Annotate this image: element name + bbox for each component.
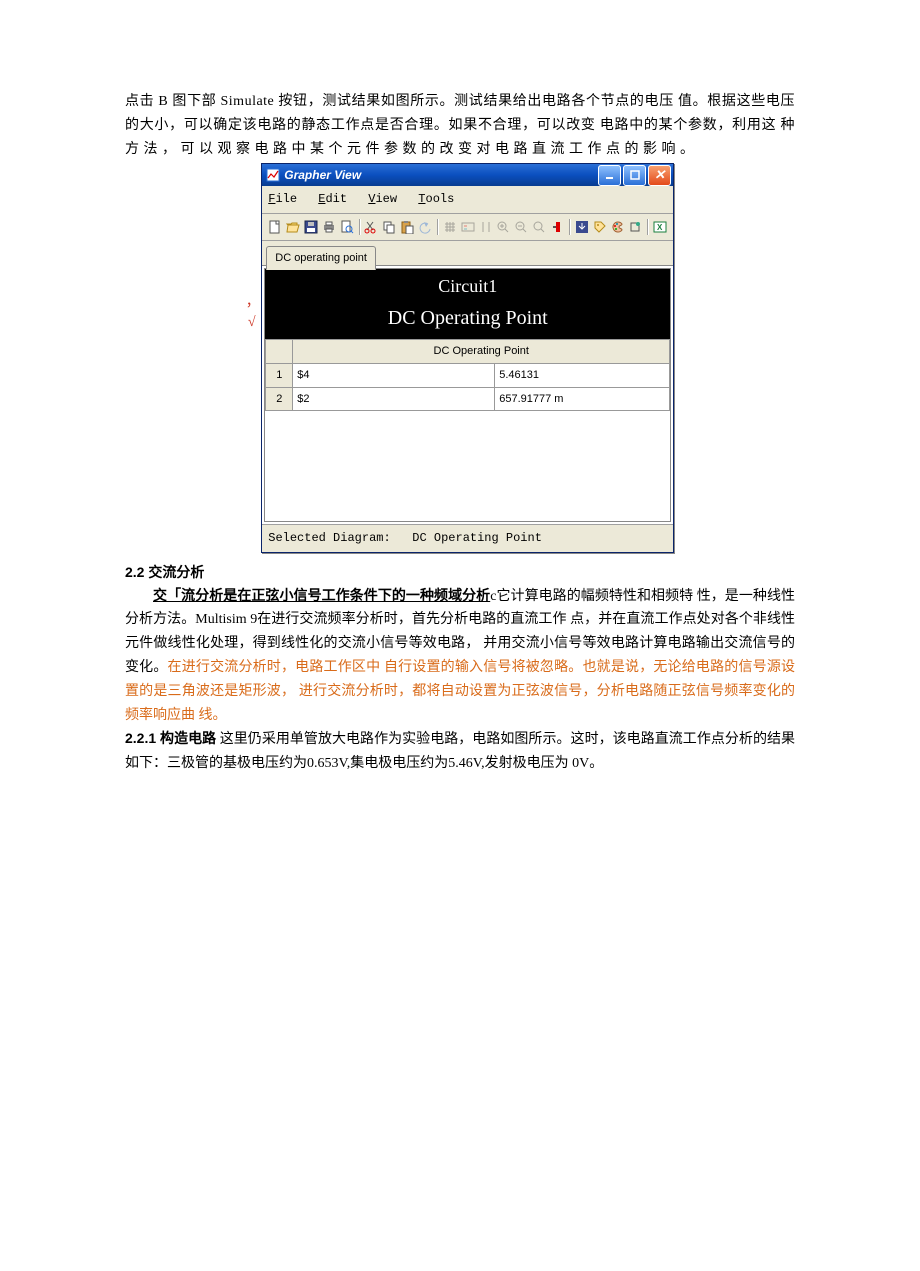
palette-icon[interactable] [610,219,626,235]
probe-icon[interactable] [549,219,565,235]
paste-icon[interactable] [399,219,415,235]
new-icon[interactable] [267,219,283,235]
window-title: Grapher View [284,165,361,185]
zoom-in-icon[interactable] [496,219,512,235]
section-2-2-1: 2.2.1 构造电路 这里仍采用单管放大电路作为实验电路，电路如图所示。这时，该… [125,727,795,776]
intro-paragraph: 点击 B 图下部 Simulate 按钮，测试结果如图所示。测试结果给出电路各个… [125,90,795,161]
row-header-blank [266,340,293,364]
chart-title-line1: Circuit1 [265,271,670,302]
menu-bar: File Edit View Tools [262,186,673,213]
node-cell: $4 [293,364,495,388]
menu-view[interactable]: View [368,192,397,206]
row-number: 1 [266,364,293,388]
minimize-button[interactable] [598,165,621,186]
maximize-button[interactable] [623,165,646,186]
cursor-icon[interactable] [478,219,494,235]
node-cell: $2 [293,387,495,411]
menu-edit[interactable]: Edit [318,192,347,206]
section-2-2-title: 2.2 交流分析 [125,561,795,585]
chart-title-line2: DC Operating Point [265,301,670,335]
preview-icon[interactable] [339,219,355,235]
status-bar: Selected Diagram: DC Operating Point [262,524,673,551]
column-header: DC Operating Point [293,340,670,364]
row-number: 2 [266,387,293,411]
tab-dc-operating-point[interactable]: DC operating point [266,246,376,271]
svg-text:X: X [657,223,663,232]
cut-icon[interactable] [364,219,380,235]
excel-icon[interactable]: X [652,219,668,235]
section-2-2-body: 交「流分析是在正弦小信号工作条件下的一种频域分析c它计算电路的幅频特性和相频特 … [125,585,795,728]
chart-area: Circuit1 DC Operating Point DC Operating… [264,268,671,523]
ac-analysis-note: 在进行交流分析时，电路工作区中 自行设置的输入信号将被忽略。也就是说，无论给电路… [125,660,795,723]
results-table: DC Operating Point 1 $4 5.46131 2 $2 657… [265,339,670,411]
window-titlebar: Grapher View ✕ [262,164,673,186]
legend-icon[interactable] [460,219,476,235]
menu-tools[interactable]: Tools [418,192,454,206]
undo-icon[interactable] [417,219,433,235]
value-cell: 5.46131 [495,364,670,388]
callout-marks: ，√ [246,163,258,333]
menu-file[interactable]: File [268,192,297,206]
toolbar: X [262,214,673,241]
status-value: DC Operating Point [412,531,542,545]
print-icon[interactable] [321,219,337,235]
save-data-icon[interactable] [574,219,590,235]
grapher-figure: ，√ Grapher View ✕ [125,161,795,560]
tab-bar: DC operating point [262,241,673,266]
chart-title-block: Circuit1 DC Operating Point [265,269,670,340]
copy-icon[interactable] [381,219,397,235]
tag-icon[interactable] [592,219,608,235]
empty-grid-area [265,411,670,521]
grid-icon[interactable] [442,219,458,235]
save-icon[interactable] [303,219,319,235]
open-icon[interactable] [285,219,301,235]
zoom-fit-icon[interactable] [531,219,547,235]
section-2-2-1-title: 2.2.1 构造电路 [125,730,216,746]
table-row[interactable]: 1 $4 5.46131 [266,364,670,388]
value-cell: 657.91777 m [495,387,670,411]
grapher-window: Grapher View ✕ File Edit View Tools [261,163,674,552]
zoom-out-icon[interactable] [513,219,529,235]
section-2-2-1-body: 这里仍采用单管放大电路作为实验电路，电路如图所示。这时，该电路直流工作点分析的结… [125,732,795,771]
options-icon[interactable] [628,219,644,235]
app-icon [266,168,280,182]
ac-analysis-lead: 交「流分析是在正弦小信号工作条件下的一种频域分析 [153,589,490,604]
close-button[interactable]: ✕ [648,165,671,186]
status-label: Selected Diagram: [268,531,390,545]
table-row[interactable]: 2 $2 657.91777 m [266,387,670,411]
